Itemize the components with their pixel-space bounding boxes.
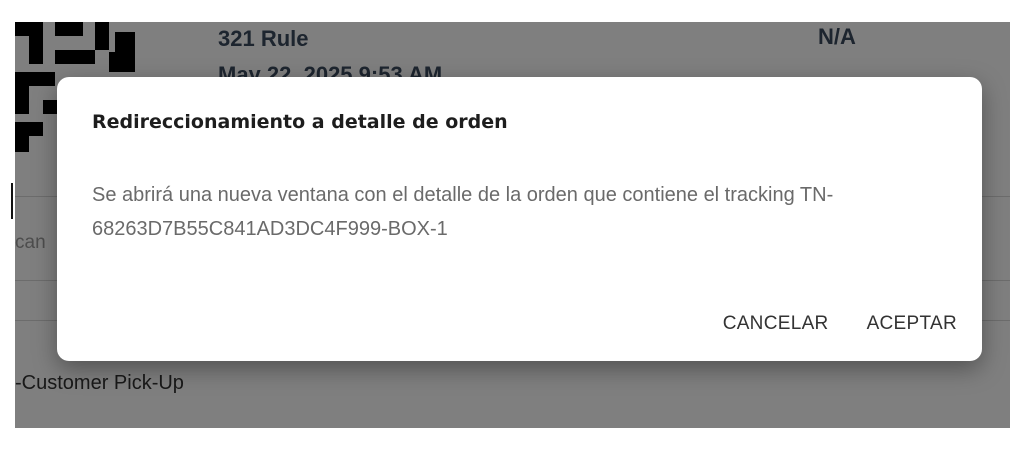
dialog-message: Se abrirá una nueva ventana con el detal… xyxy=(92,184,834,240)
cancel-button[interactable]: CANCELAR xyxy=(723,313,829,335)
accept-button[interactable]: ACEPTAR xyxy=(867,313,957,335)
dialog-title: Redireccionamiento a detalle de orden xyxy=(92,111,508,133)
redirect-dialog: Redireccionamiento a detalle de orden Se… xyxy=(57,77,982,361)
text-cursor xyxy=(11,183,13,219)
dialog-actions: CANCELAR ACEPTAR xyxy=(723,313,957,335)
